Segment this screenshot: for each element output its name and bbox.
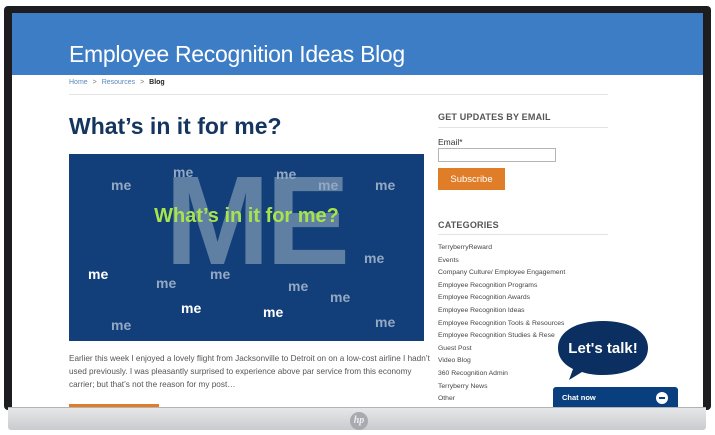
category-link[interactable]: Employee Recognition Ideas	[438, 305, 565, 318]
post-excerpt: Earlier this week I enjoyed a lovely fli…	[69, 354, 430, 389]
lets-talk-bubble[interactable]: Let's talk!	[555, 319, 651, 381]
subscribe-button[interactable]: Subscribe	[438, 168, 505, 190]
hero-me-word: me	[288, 278, 309, 294]
hero-me-word: me	[111, 177, 132, 193]
breadcrumb-divider	[69, 94, 608, 95]
email-label: Email*	[438, 137, 463, 147]
category-link[interactable]: Employee Recognition Awards	[438, 292, 565, 305]
category-link[interactable]: Company Culture/ Employee Engagement	[438, 267, 565, 280]
breadcrumb-separator: >	[92, 79, 97, 86]
hero-me-word: me	[330, 289, 351, 305]
hero-me-word: me	[156, 275, 177, 291]
category-link[interactable]: Guest Post	[438, 343, 565, 356]
category-link[interactable]: Employee Recognition Tools & Resources	[438, 318, 565, 331]
category-link[interactable]: TerryberryReward	[438, 242, 565, 255]
category-list: TerryberryReward Events Company Culture/…	[438, 242, 565, 406]
hp-logo: hp	[350, 412, 368, 430]
hero-me-word: me	[318, 177, 339, 193]
category-link[interactable]: Video Blog	[438, 355, 565, 368]
category-link[interactable]: 360 Recognition Admin	[438, 368, 565, 381]
post-featured-image[interactable]: ME me me me me me me me me me me me me m…	[69, 154, 424, 341]
hero-me-word: me	[181, 300, 202, 316]
hero-me-word: me	[88, 266, 109, 282]
hero-me-word: me	[375, 177, 396, 193]
category-link[interactable]: Employee Recognition Programs	[438, 280, 565, 293]
post-title[interactable]: What’s in it for me?	[69, 113, 282, 140]
breadcrumb-separator: >	[140, 79, 145, 86]
category-link[interactable]: Employee Recognition Studies & Rese	[438, 330, 565, 343]
chat-bubble-icon	[656, 392, 668, 404]
breadcrumb-home[interactable]: Home	[69, 79, 88, 86]
site-header: Employee Recognition Ideas Blog	[12, 13, 703, 75]
hero-me-word: me	[375, 314, 396, 330]
hero-me-word: me	[111, 317, 132, 333]
hero-headline: What’s in it for me?	[154, 205, 339, 227]
email-field[interactable]	[438, 148, 556, 162]
category-link[interactable]: Events	[438, 255, 565, 268]
hero-me-word: me	[276, 166, 297, 182]
updates-heading: GET UPDATES BY EMAIL	[438, 112, 551, 122]
hero-me-word: me	[263, 304, 284, 320]
browser-screen: Employee Recognition Ideas Blog Home > R…	[12, 13, 703, 407]
site-title[interactable]: Employee Recognition Ideas Blog	[69, 41, 405, 68]
categories-divider	[438, 234, 608, 235]
chat-now-bar[interactable]: Chat now	[553, 387, 678, 407]
updates-divider	[438, 127, 608, 128]
category-link[interactable]: Terryberry News	[438, 381, 565, 394]
breadcrumb: Home > Resources > Blog	[69, 79, 165, 86]
chat-now-label: Chat now	[562, 393, 596, 402]
breadcrumb-resources[interactable]: Resources	[102, 79, 135, 86]
hero-me-word: me	[364, 250, 385, 266]
category-link[interactable]: Other	[438, 393, 565, 406]
lets-talk-label: Let's talk!	[568, 340, 638, 357]
breadcrumb-current: Blog	[149, 79, 165, 86]
categories-heading: CATEGORIES	[438, 220, 499, 230]
hero-me-word: me	[173, 164, 194, 180]
hero-me-word: me	[210, 266, 231, 282]
